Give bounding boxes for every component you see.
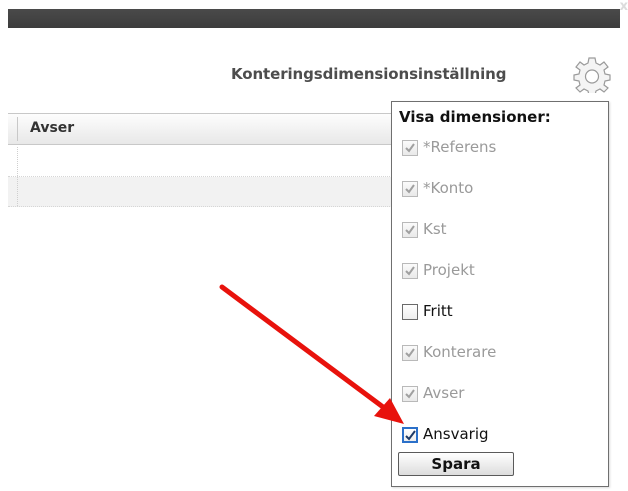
checkbox-avser — [402, 386, 418, 402]
column-separator — [17, 177, 18, 206]
table-row[interactable] — [8, 147, 398, 177]
checkbox-projekt — [402, 263, 418, 279]
option-label[interactable]: Ansvarig — [423, 425, 489, 443]
dimensions-popup: Visa dimensioner: *Referens *Konto Kst P… — [391, 101, 609, 487]
check-icon — [405, 225, 415, 235]
popup-title: Visa dimensioner: — [399, 108, 551, 126]
close-icon[interactable]: x — [620, 0, 628, 14]
check-icon — [405, 389, 415, 399]
checkbox-fritt[interactable] — [402, 304, 418, 320]
check-icon — [405, 430, 416, 441]
gear-icon[interactable] — [569, 57, 615, 96]
checkbox-konto — [402, 181, 418, 197]
check-icon — [405, 143, 415, 153]
checkbox-kst — [402, 222, 418, 238]
check-icon — [405, 348, 415, 358]
option-label: Avser — [423, 384, 465, 402]
column-separator — [17, 117, 18, 141]
checkbox-konterare — [402, 345, 418, 361]
option-label[interactable]: Fritt — [423, 302, 453, 320]
table-header: Avser — [8, 113, 398, 145]
option-label: *Konto — [423, 179, 474, 197]
check-icon — [405, 184, 415, 194]
arrow-shaft — [219, 284, 390, 413]
save-button[interactable]: Spara — [398, 452, 514, 476]
window-titlebar: x — [0, 0, 628, 28]
column-separator — [17, 147, 18, 176]
checkbox-ansvarig[interactable] — [402, 427, 418, 443]
check-icon — [405, 266, 415, 276]
table-row[interactable] — [8, 177, 398, 207]
option-label: Projekt — [423, 261, 475, 279]
column-header-avser[interactable]: Avser — [30, 120, 74, 136]
option-label: Kst — [423, 220, 447, 238]
settings-title: Konteringsdimensionsinställning — [231, 65, 507, 83]
option-label: *Referens — [423, 138, 497, 156]
checkbox-referens — [402, 140, 418, 156]
option-label: Konterare — [423, 343, 497, 361]
titlebar-bar — [8, 9, 620, 28]
